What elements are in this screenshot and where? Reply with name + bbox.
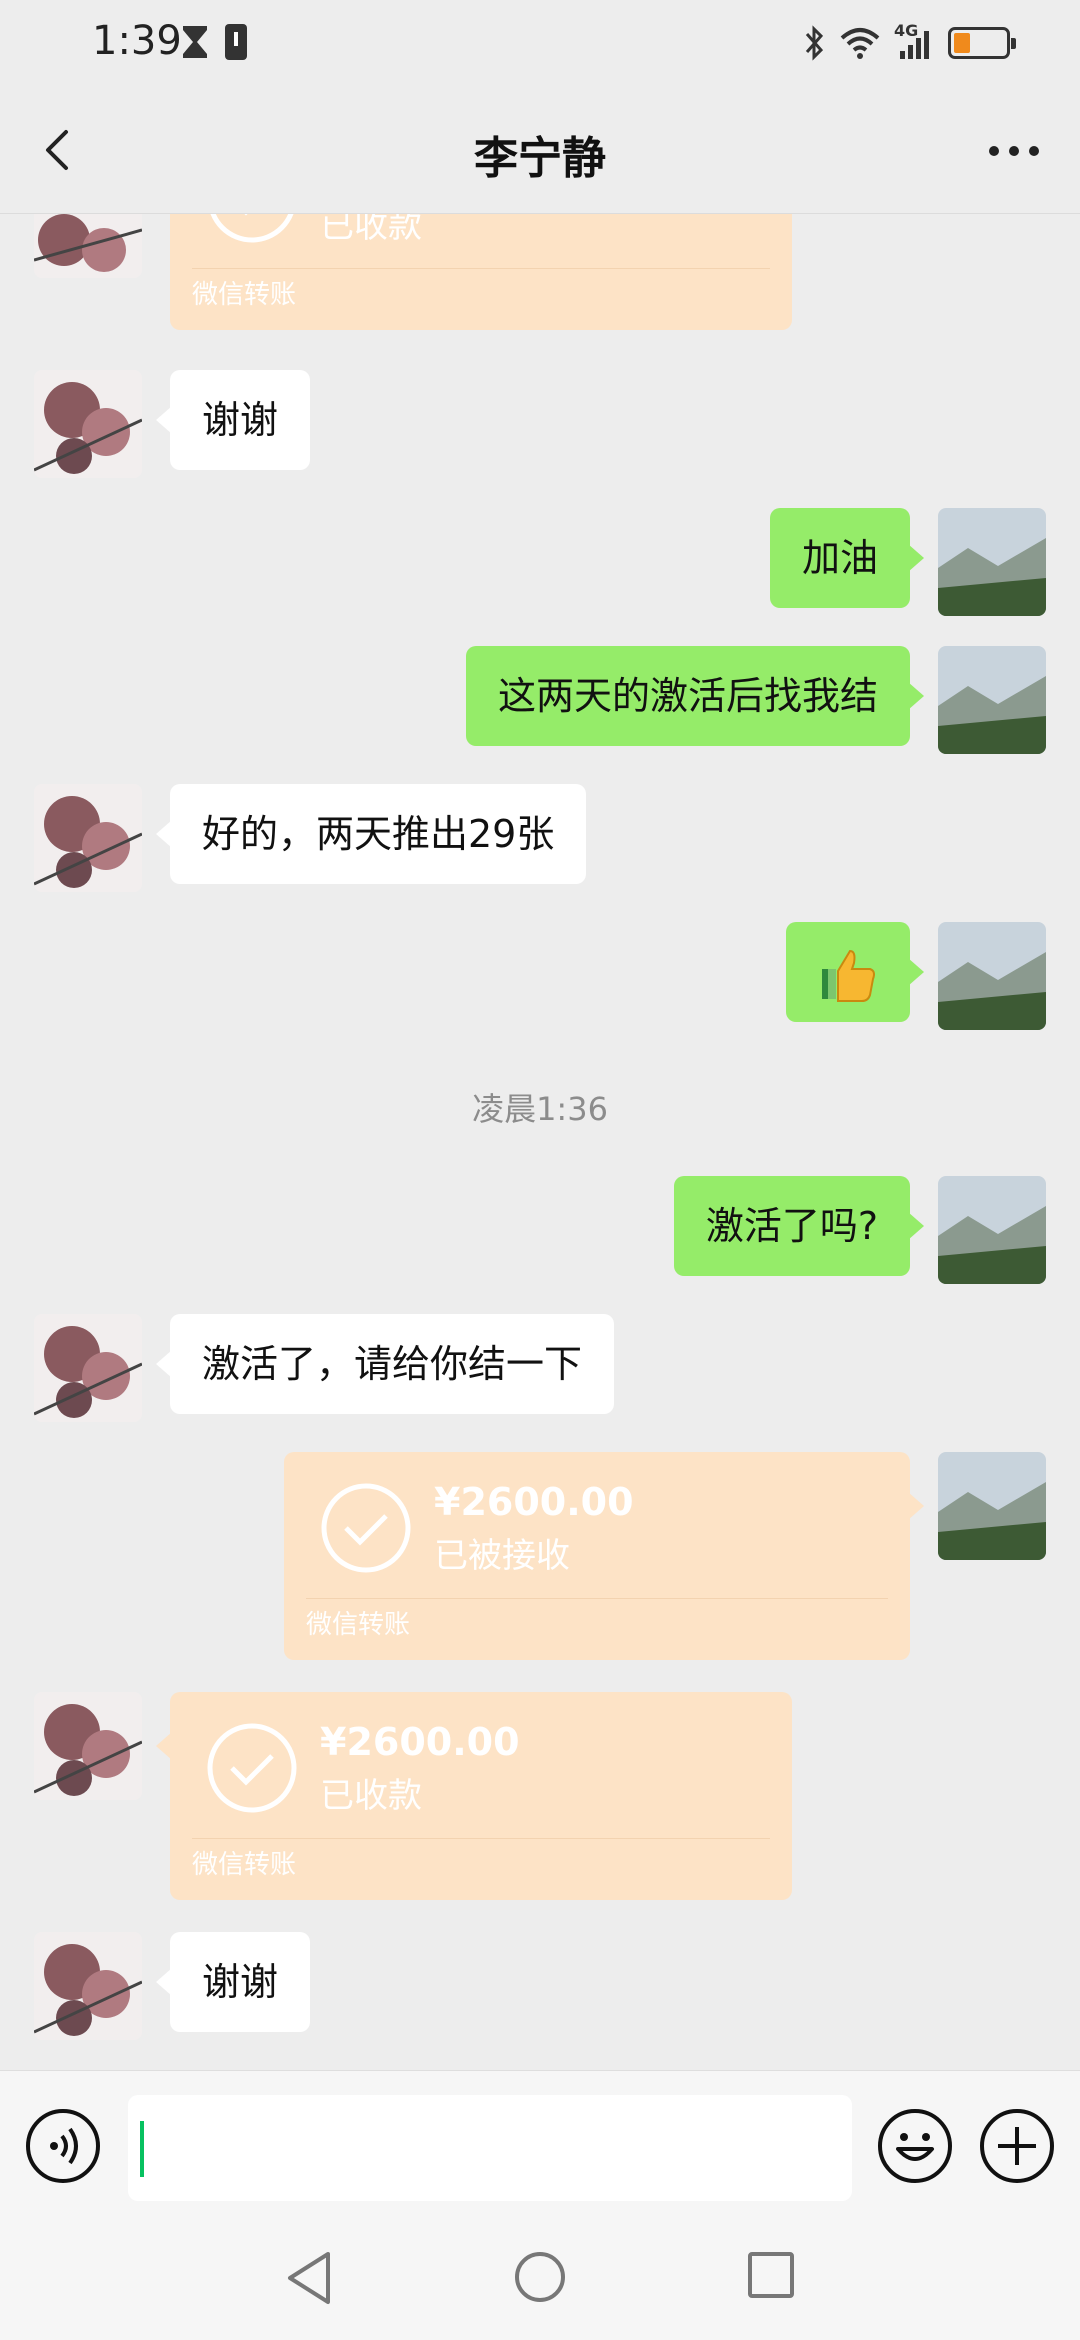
contact-avatar[interactable] xyxy=(34,370,142,478)
alert-icon xyxy=(225,24,247,60)
plus-icon xyxy=(998,2127,1036,2165)
my-avatar[interactable] xyxy=(938,1176,1046,1284)
message-bubble-incoming[interactable]: 激活了，请给你结一下 xyxy=(155,1314,615,1414)
hourglass-icon xyxy=(183,26,207,58)
transfer-footer: 微信转账 xyxy=(192,280,297,310)
contact-avatar[interactable] xyxy=(34,1692,142,1800)
contact-avatar[interactable] xyxy=(34,214,142,278)
message-bubble-outgoing[interactable]: 激活了吗? xyxy=(673,1176,925,1276)
message-bubble-incoming[interactable]: 谢谢 xyxy=(155,370,311,470)
message-timestamp: 凌晨1:36 xyxy=(472,1090,608,1128)
voice-icon xyxy=(50,2127,78,2165)
transfer-card-received[interactable]: 已收款 微信转账 xyxy=(170,214,792,330)
emoji-button[interactable] xyxy=(878,2109,952,2183)
message-bubble-incoming[interactable]: 好的，两天推出29张 xyxy=(155,784,587,884)
transfer-footer: 微信转账 xyxy=(192,1850,297,1880)
thumbs-up-emoji-icon xyxy=(822,949,875,1002)
check-circle-icon xyxy=(321,1483,411,1573)
message-bubble-outgoing[interactable]: 加油 xyxy=(769,508,925,608)
status-time: 1:39 xyxy=(92,18,182,64)
system-nav-bar xyxy=(0,2220,1080,2340)
transfer-amount: ¥2600.00 xyxy=(434,1480,634,1524)
check-circle-icon xyxy=(207,1723,297,1813)
transfer-amount: ¥2600.00 xyxy=(320,1720,520,1764)
emoji-icon xyxy=(896,2133,934,2161)
bluetooth-icon xyxy=(805,25,824,61)
chat-message-list[interactable]: 已收款 微信转账 谢谢 加油 这两天的激活后找我结 好的，两天推出29张 凌晨1… xyxy=(0,214,1080,2070)
battery-icon xyxy=(948,27,1016,59)
contact-avatar[interactable] xyxy=(34,784,142,892)
nav-back-icon[interactable] xyxy=(284,2250,334,2306)
more-dots-icon[interactable] xyxy=(984,126,1044,176)
transfer-divider xyxy=(306,1598,888,1599)
contact-avatar[interactable] xyxy=(34,1932,142,2040)
chat-title: 李宁静 xyxy=(474,133,606,184)
contact-avatar[interactable] xyxy=(34,1314,142,1422)
voice-button[interactable] xyxy=(26,2109,100,2183)
my-avatar[interactable] xyxy=(938,646,1046,754)
wifi-icon xyxy=(840,28,880,59)
message-input-bar xyxy=(0,2070,1080,2220)
transfer-status: 已被接收 xyxy=(434,1536,570,1576)
plus-button[interactable] xyxy=(980,2109,1054,2183)
status-icons: 4G xyxy=(804,20,1016,66)
text-caret xyxy=(140,2121,144,2177)
check-circle-icon xyxy=(210,214,294,243)
message-bubble-outgoing[interactable]: 这两天的激活后找我结 xyxy=(465,646,925,746)
transfer-status: 已收款 xyxy=(320,1776,422,1816)
message-bubble-incoming[interactable]: 谢谢 xyxy=(155,1932,311,2032)
transfer-divider xyxy=(192,1838,770,1839)
nav-recent-icon[interactable] xyxy=(748,2252,794,2298)
transfer-status: 已收款 xyxy=(320,214,422,246)
nav-home-icon[interactable] xyxy=(515,2252,565,2302)
message-text-input[interactable] xyxy=(128,2095,852,2201)
my-avatar[interactable] xyxy=(938,922,1046,1030)
status-bar: 1:39 4G xyxy=(0,0,1080,86)
signal-icon: 4G xyxy=(894,21,934,61)
my-avatar[interactable] xyxy=(938,508,1046,616)
transfer-footer: 微信转账 xyxy=(306,1610,411,1640)
chat-header: 李宁静 xyxy=(0,86,1080,214)
message-bubble-outgoing-emoji[interactable] xyxy=(786,922,924,1022)
transfer-divider xyxy=(192,268,770,269)
my-avatar[interactable] xyxy=(938,1452,1046,1560)
transfer-card-received[interactable]: ¥2600.00 已收款 微信转账 xyxy=(156,1692,792,1900)
transfer-card-sent[interactable]: ¥2600.00 已被接收 微信转账 xyxy=(284,1452,924,1660)
